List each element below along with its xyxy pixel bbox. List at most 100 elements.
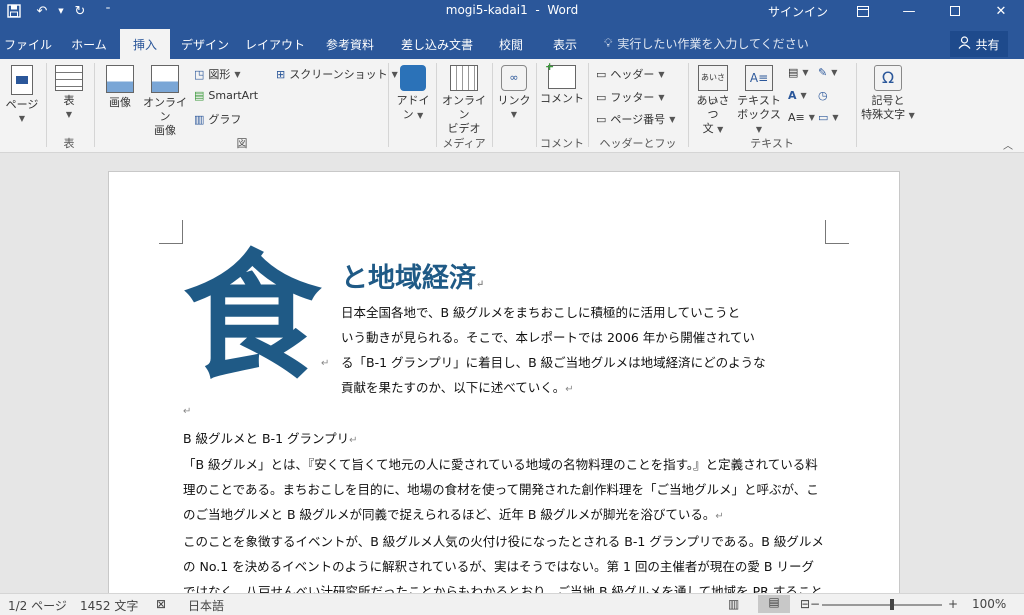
header-button[interactable]: ▭ ヘッダー ▼ (596, 66, 665, 82)
pictures-button[interactable]: 画像 (102, 65, 138, 110)
zoom-level[interactable]: 100% (972, 597, 1006, 611)
symbols-button[interactable]: Ω 記号と 特殊文字 ▼ (858, 65, 918, 123)
margin-corner-top-right (825, 220, 849, 244)
comment-button[interactable]: + コメント (540, 60, 584, 106)
smartart-button[interactable]: ▤ SmartArt (194, 89, 258, 102)
undo-dropdown-icon[interactable]: ▼ (56, 0, 66, 22)
screenshot-icon: ⊞ (276, 67, 286, 81)
zoom-slider-thumb[interactable] (890, 599, 894, 610)
title-bar: ↶ ▼ ↻ ⁼ mogi5-kadai1 - Word サインイン — ✕ (0, 0, 1024, 22)
redo-icon[interactable]: ↻ (66, 0, 94, 22)
link-button[interactable]: ∞ リンク ▼ (496, 65, 532, 122)
tab-file[interactable]: ファイル (0, 30, 56, 59)
paragraph-mark: ↵ (183, 406, 192, 417)
intro-line: る「B-1 グランプリ」に着目し、B 級ご当地グルメは地域経済にどのような (341, 355, 766, 370)
shapes-button[interactable]: ◳ 図形 ▼ (194, 66, 241, 82)
wordart-button[interactable]: A ▼ (788, 89, 807, 102)
customize-qat-icon[interactable]: ⁼ (94, 0, 122, 22)
textbox-icon: A≡ (745, 65, 773, 91)
link-icon: ∞ (501, 65, 527, 91)
signin-link[interactable]: サインイン (760, 3, 836, 20)
page-icon (11, 65, 33, 95)
page-number-button[interactable]: ▭ ページ番号 ▼ (596, 111, 675, 127)
group-label-comment: コメント (540, 137, 584, 150)
undo-icon[interactable]: ↶ (28, 0, 56, 22)
body-line: このことを象徴するイベントが、B 級グルメ人気の火付け役になったとされる B-1… (183, 534, 824, 549)
textbox-button[interactable]: A≡ テキスト ボックス ▼ (736, 65, 782, 137)
tab-references[interactable]: 参考資料 (314, 30, 386, 59)
chart-icon: ▥ (194, 112, 205, 126)
body-line: 「B 級グルメ」とは、『安くて旨くて地元の人に愛されている地域の名物料理のことを… (183, 457, 818, 472)
body-text: 「B 級グルメ」とは、『安くて旨くて地元の人に愛されている地域の名物料理のことを… (183, 452, 824, 593)
chart-button[interactable]: ▥ グラフ (194, 111, 241, 127)
zoom-slider[interactable] (822, 604, 942, 606)
tab-home[interactable]: ホーム (60, 30, 118, 59)
document-area[interactable]: 食 と地域経済↵ 日本全国各地で、B 級グルメをまちおこしに積極的に活用していこ… (0, 153, 1024, 593)
screenshot-button[interactable]: ⊞ スクリーンショット ▼ (276, 66, 398, 82)
tab-layout[interactable]: レイアウト (240, 30, 310, 59)
greeting-icon: あいさつ (698, 65, 728, 106)
signature-line-icon: ✎ (818, 66, 828, 79)
footer-icon: ▭ (596, 90, 607, 104)
tab-mailings[interactable]: 差し込み文書 (390, 30, 484, 59)
tab-view[interactable]: 表示 (538, 30, 592, 59)
quick-parts-button[interactable]: ▤ ▼ (788, 66, 809, 79)
word-count[interactable]: 1452 文字 (80, 597, 138, 614)
dropcap-icon: A≡ (788, 111, 805, 124)
read-mode-icon[interactable]: ▥ (728, 597, 739, 611)
print-layout-icon[interactable]: ▤ (758, 595, 790, 613)
intro-line: 貢献を果たすのか、以下に述べていく。 (341, 380, 566, 395)
group-label-text: テキスト (750, 137, 794, 150)
store-icon (400, 65, 426, 91)
proofing-icon[interactable]: ⊠ (156, 597, 166, 611)
document-heading: と地域経済↵ (341, 263, 485, 294)
group-label-table: 表 (63, 137, 75, 150)
online-pictures-button[interactable]: オンライン 画像 (142, 65, 188, 138)
intro-line: いう動きが見られる。そこで、本レポートでは 2006 年から開催されてい (341, 330, 755, 345)
dropcap-button[interactable]: A≡ ▼ (788, 111, 815, 124)
object-button[interactable]: ▭ ▼ (818, 111, 839, 124)
language-indicator[interactable]: 日本語 (188, 597, 224, 614)
greeting-button[interactable]: あいさつ あいさつ 文 ▼ (692, 65, 734, 137)
zoom-out-icon[interactable]: − (810, 597, 820, 611)
person-icon (958, 36, 971, 52)
ribbon-insert: ページ ▼ 表 ▼ 表 画像 オンライン 画像 ◳ 図形 ▼ ▤ SmartArt… (0, 59, 1024, 166)
maximize-icon[interactable] (932, 0, 978, 22)
tab-review[interactable]: 校閲 (488, 30, 534, 59)
signature-line-button[interactable]: ✎ ▼ (818, 66, 837, 79)
web-layout-icon[interactable]: ⊟ (800, 597, 810, 611)
tell-me-box[interactable]: 💡︎ 実行したい作業を入力してください (604, 35, 809, 52)
online-video-button[interactable]: オンライン ビデオ (440, 65, 488, 136)
table-button[interactable]: 表 ▼ (52, 65, 86, 122)
smartart-icon: ▤ (194, 89, 205, 102)
footer-button[interactable]: ▭ フッター ▼ (596, 89, 665, 105)
tab-insert[interactable]: 挿入 (120, 29, 170, 59)
tell-me-text: 実行したい作業を入力してください (617, 37, 809, 51)
paragraph-mark: ↵ (321, 358, 330, 369)
date-time-button[interactable]: ◷ (818, 89, 828, 102)
drop-cap: 食 (183, 235, 322, 398)
collapse-ribbon-icon[interactable]: ︿ (1003, 137, 1013, 152)
ribbon-display-options-icon[interactable] (840, 0, 886, 22)
share-button[interactable]: 共有 (950, 31, 1008, 57)
intro-paragraph: 日本全国各地で、B 級グルメをまちおこしに積極的に活用していこうと いう動きが見… (341, 300, 766, 402)
status-bar: 1/2 ページ 1452 文字 ⊠ 日本語 ▥ ▤ ⊟ − + 100% (0, 593, 1024, 615)
save-icon[interactable] (0, 0, 28, 22)
zoom-in-icon[interactable]: + (948, 597, 958, 611)
body-line: の No.1 を決めるイベントのように解釈されているが、実はそうではない。第 1… (183, 559, 814, 574)
document-page[interactable]: 食 と地域経済↵ 日本全国各地で、B 級グルメをまちおこしに積極的に活用していこ… (108, 171, 900, 593)
table-icon (55, 65, 83, 91)
group-label-media: メディア (442, 137, 486, 150)
body-line: のご当地グルメと B 級グルメが同義で捉えられるほど、近年 B 級グルメが脚光を… (183, 507, 716, 522)
new-comment-icon: + (545, 60, 576, 89)
page-count[interactable]: 1/2 ページ (8, 597, 67, 614)
section-title: B 級グルメと B-1 グランプリ↵ (183, 431, 358, 446)
close-icon[interactable]: ✕ (978, 0, 1024, 22)
pages-button[interactable]: ページ ▼ (4, 65, 40, 126)
minimize-icon[interactable]: — (886, 0, 932, 22)
lightbulb-icon: 💡︎ (604, 36, 613, 50)
body-line: 理のことである。まちおこしを目的に、地場の食材を使って開発された創作料理を「ご当… (183, 482, 819, 497)
tab-design[interactable]: デザイン (174, 30, 236, 59)
group-label-illustrations: 図 (236, 137, 248, 150)
addins-button[interactable]: アドイ ン ▼ (394, 65, 432, 123)
